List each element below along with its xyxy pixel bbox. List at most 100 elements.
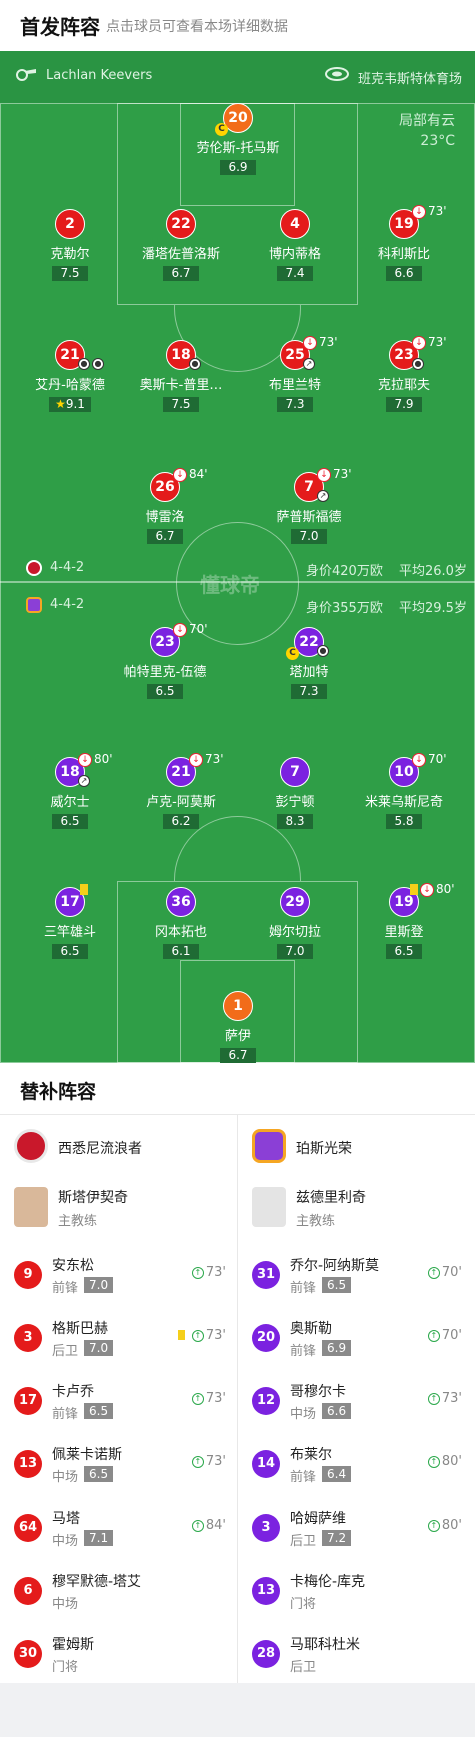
sub-rating: 6.9 xyxy=(322,1340,352,1356)
sub-number: 14 xyxy=(252,1450,280,1478)
sub-minute: 70' xyxy=(428,752,447,766)
weather-desc: 局部有云 xyxy=(399,113,455,129)
player-rating: 7.4 xyxy=(277,266,313,281)
player-number: 22 xyxy=(166,209,196,239)
sub-on-time: ↑ 73' xyxy=(427,1391,462,1406)
sub-on-icon: ↑ xyxy=(191,1330,204,1342)
sub-on-minute: 73' xyxy=(205,1265,226,1280)
player-rating: 7.0 xyxy=(277,944,313,959)
whistle-icon xyxy=(16,69,36,81)
player-name: 卢克-阿莫斯 xyxy=(146,795,216,810)
away-age: 平均29.5岁 xyxy=(399,601,467,616)
home-team-name: 西悉尼流浪者 xyxy=(58,1141,142,1157)
sub-player-row[interactable]: 28 马耶科杜米 后卫 xyxy=(252,1634,462,1678)
home-player[interactable]: 4 博内蒂格 7.4 xyxy=(240,209,350,281)
away-player[interactable]: 17 三竿雄斗 6.5 xyxy=(15,884,125,959)
sub-on-time: ↑ 80' xyxy=(427,1518,462,1533)
home-player[interactable]: 2 克勒尔 7.5 xyxy=(15,209,125,281)
away-player[interactable]: 21 卢克-阿莫斯 6.2 ↓ 73' xyxy=(126,752,236,829)
home-player[interactable]: 20 劳伦斯-托马斯 6.9 C xyxy=(183,103,293,175)
sub-position: 前锋 xyxy=(290,1344,317,1359)
away-coach[interactable]: 兹德里利奇 主教练 xyxy=(252,1187,472,1229)
sub-off-icon: ↓ xyxy=(173,623,187,637)
sub-on-minute: 84' xyxy=(205,1518,226,1533)
sub-on-time: ↑ 70' xyxy=(427,1265,462,1280)
sub-position: 前锋 xyxy=(52,1407,79,1422)
sub-player-row[interactable]: 20 奥斯勒 前锋 6.9 ↑ 70' xyxy=(252,1318,462,1362)
player-name: 彭宁顿 xyxy=(275,795,315,810)
away-formation: 4-4-2 xyxy=(50,597,85,612)
home-player[interactable]: 25 布里兰特 7.3 ↓ 73' ↗ xyxy=(240,335,350,412)
sub-number: 20 xyxy=(252,1324,280,1352)
sub-number: 64 xyxy=(14,1514,42,1542)
away-player[interactable]: 10 米莱乌斯尼奇 5.8 ↓ 70' xyxy=(349,752,459,829)
sub-player-row[interactable]: 13 佩莱卡诺斯 中场 6.5 ↑ 73' xyxy=(14,1444,226,1488)
home-player[interactable]: 18 奥斯卡-普里… 7.5 ● xyxy=(126,340,236,412)
player-name: 艾丹-哈蒙德 xyxy=(35,378,105,393)
assist-icon: ↗ xyxy=(78,775,90,787)
sub-off-icon: ↓ xyxy=(412,336,426,350)
player-number: 4 xyxy=(280,209,310,239)
sub-off-icon: ↓ xyxy=(303,336,317,350)
sub-player-row[interactable]: 12 哥穆尔卡 中场 6.6 ↑ 73' xyxy=(252,1381,462,1425)
sub-position: 前锋 xyxy=(290,1281,317,1296)
sub-player-row[interactable]: 9 安东松 前锋 7.0 ↑ 73' xyxy=(14,1255,226,1299)
home-coach[interactable]: 斯塔伊契奇 主教练 xyxy=(14,1187,234,1229)
away-formation-bar: 4-4-2 身价355万欧 平均29.5岁 xyxy=(0,593,475,619)
away-player[interactable]: 22 塔加特 7.3 C ● xyxy=(254,627,364,699)
away-player[interactable]: 7 彭宁顿 8.3 xyxy=(240,757,350,829)
sub-name: 哈姆萨维 xyxy=(290,1511,346,1527)
sub-name: 马塔 xyxy=(52,1511,80,1527)
sub-name: 卡梅伦-库克 xyxy=(290,1574,366,1590)
home-player[interactable]: 21 艾丹-哈蒙德 ★9.1 ● ● xyxy=(15,340,125,412)
player-name: 克勒尔 xyxy=(50,247,90,262)
home-value: 身价420万欧 xyxy=(306,564,383,579)
player-rating: 6.5 xyxy=(52,944,88,959)
home-crest-icon xyxy=(14,1129,48,1163)
sub-number: 12 xyxy=(252,1387,280,1415)
away-team[interactable]: 珀斯光荣 xyxy=(252,1127,472,1167)
sub-number: 28 xyxy=(252,1640,280,1668)
sub-player-row[interactable]: 17 卡卢乔 前锋 6.5 ↑ 73' xyxy=(14,1381,226,1425)
sub-player-row[interactable]: 13 卡梅伦-库克 门将 xyxy=(252,1571,462,1615)
player-name: 劳伦斯-托马斯 xyxy=(196,141,280,156)
sub-off-icon: ↓ xyxy=(189,753,203,767)
home-player[interactable]: 7 萨普斯福德 7.0 ↓ 73' ↗ xyxy=(254,467,364,544)
home-player[interactable]: 19 科利斯比 6.6 ↓ 73' xyxy=(349,204,459,281)
sub-rating: 6.4 xyxy=(322,1466,352,1482)
home-player[interactable]: 22 潘塔佐普洛斯 6.7 xyxy=(126,209,236,281)
sub-number: 9 xyxy=(14,1261,42,1289)
sub-player-row[interactable]: 31 乔尔-阿纳斯莫 前锋 6.5 ↑ 70' xyxy=(252,1255,462,1299)
player-rating: 6.5 xyxy=(52,814,88,829)
player-number: 7 xyxy=(280,757,310,787)
player-name: 克拉耶夫 xyxy=(377,378,430,393)
sub-player-row[interactable]: 3 哈姆萨维 后卫 7.2 ↑ 80' xyxy=(252,1508,462,1552)
sub-name: 霍姆斯 xyxy=(52,1637,94,1653)
away-player[interactable]: 18 威尔士 6.5 ↓ 80' ↗ xyxy=(15,752,125,829)
away-player[interactable]: 1 萨伊 6.7 xyxy=(183,991,293,1063)
sub-off-icon: ↓ xyxy=(412,753,426,767)
player-rating: 6.7 xyxy=(147,529,183,544)
sub-player-row[interactable]: 6 穆罕默德-塔艾 中场 xyxy=(14,1571,226,1615)
home-player[interactable]: 23 克拉耶夫 7.9 ↓ 73' ● xyxy=(349,335,459,412)
away-player[interactable]: 23 帕特里克-伍德 6.5 ↓ 70' xyxy=(110,622,220,699)
coach-role: 主教练 xyxy=(296,1214,336,1229)
sub-player-row[interactable]: 30 霍姆斯 门将 xyxy=(14,1634,226,1678)
player-name: 萨伊 xyxy=(224,1029,251,1044)
away-player[interactable]: 29 姆尔切拉 7.0 xyxy=(240,887,350,959)
player-name: 科利斯比 xyxy=(377,247,430,262)
sub-on-minute: 73' xyxy=(205,1328,226,1343)
sub-player-row[interactable]: 14 布莱尔 前锋 6.4 ↑ 80' xyxy=(252,1444,462,1488)
sub-player-row[interactable]: 64 马塔 中场 7.1 ↑ 84' xyxy=(14,1508,226,1552)
venue-bar: Lachlan Keevers 班克韦斯特体育场 xyxy=(0,51,475,103)
sub-position: 中场 xyxy=(52,1470,79,1485)
away-player[interactable]: 36 冈本拓也 6.1 xyxy=(126,887,236,959)
sub-minute: 73' xyxy=(428,204,447,218)
sub-on-minute: 80' xyxy=(441,1454,462,1469)
away-player[interactable]: 19 里斯登 6.5 ↓ 80' xyxy=(349,882,459,959)
sub-player-row[interactable]: 3 格斯巴赫 后卫 7.0 ↑ 73' xyxy=(14,1318,226,1362)
player-name: 威尔士 xyxy=(50,795,90,810)
weather-temp: 23°C xyxy=(420,133,455,149)
home-player[interactable]: 26 博雷洛 6.7 ↓ 84' xyxy=(110,467,220,544)
home-team[interactable]: 西悉尼流浪者 xyxy=(14,1127,234,1167)
